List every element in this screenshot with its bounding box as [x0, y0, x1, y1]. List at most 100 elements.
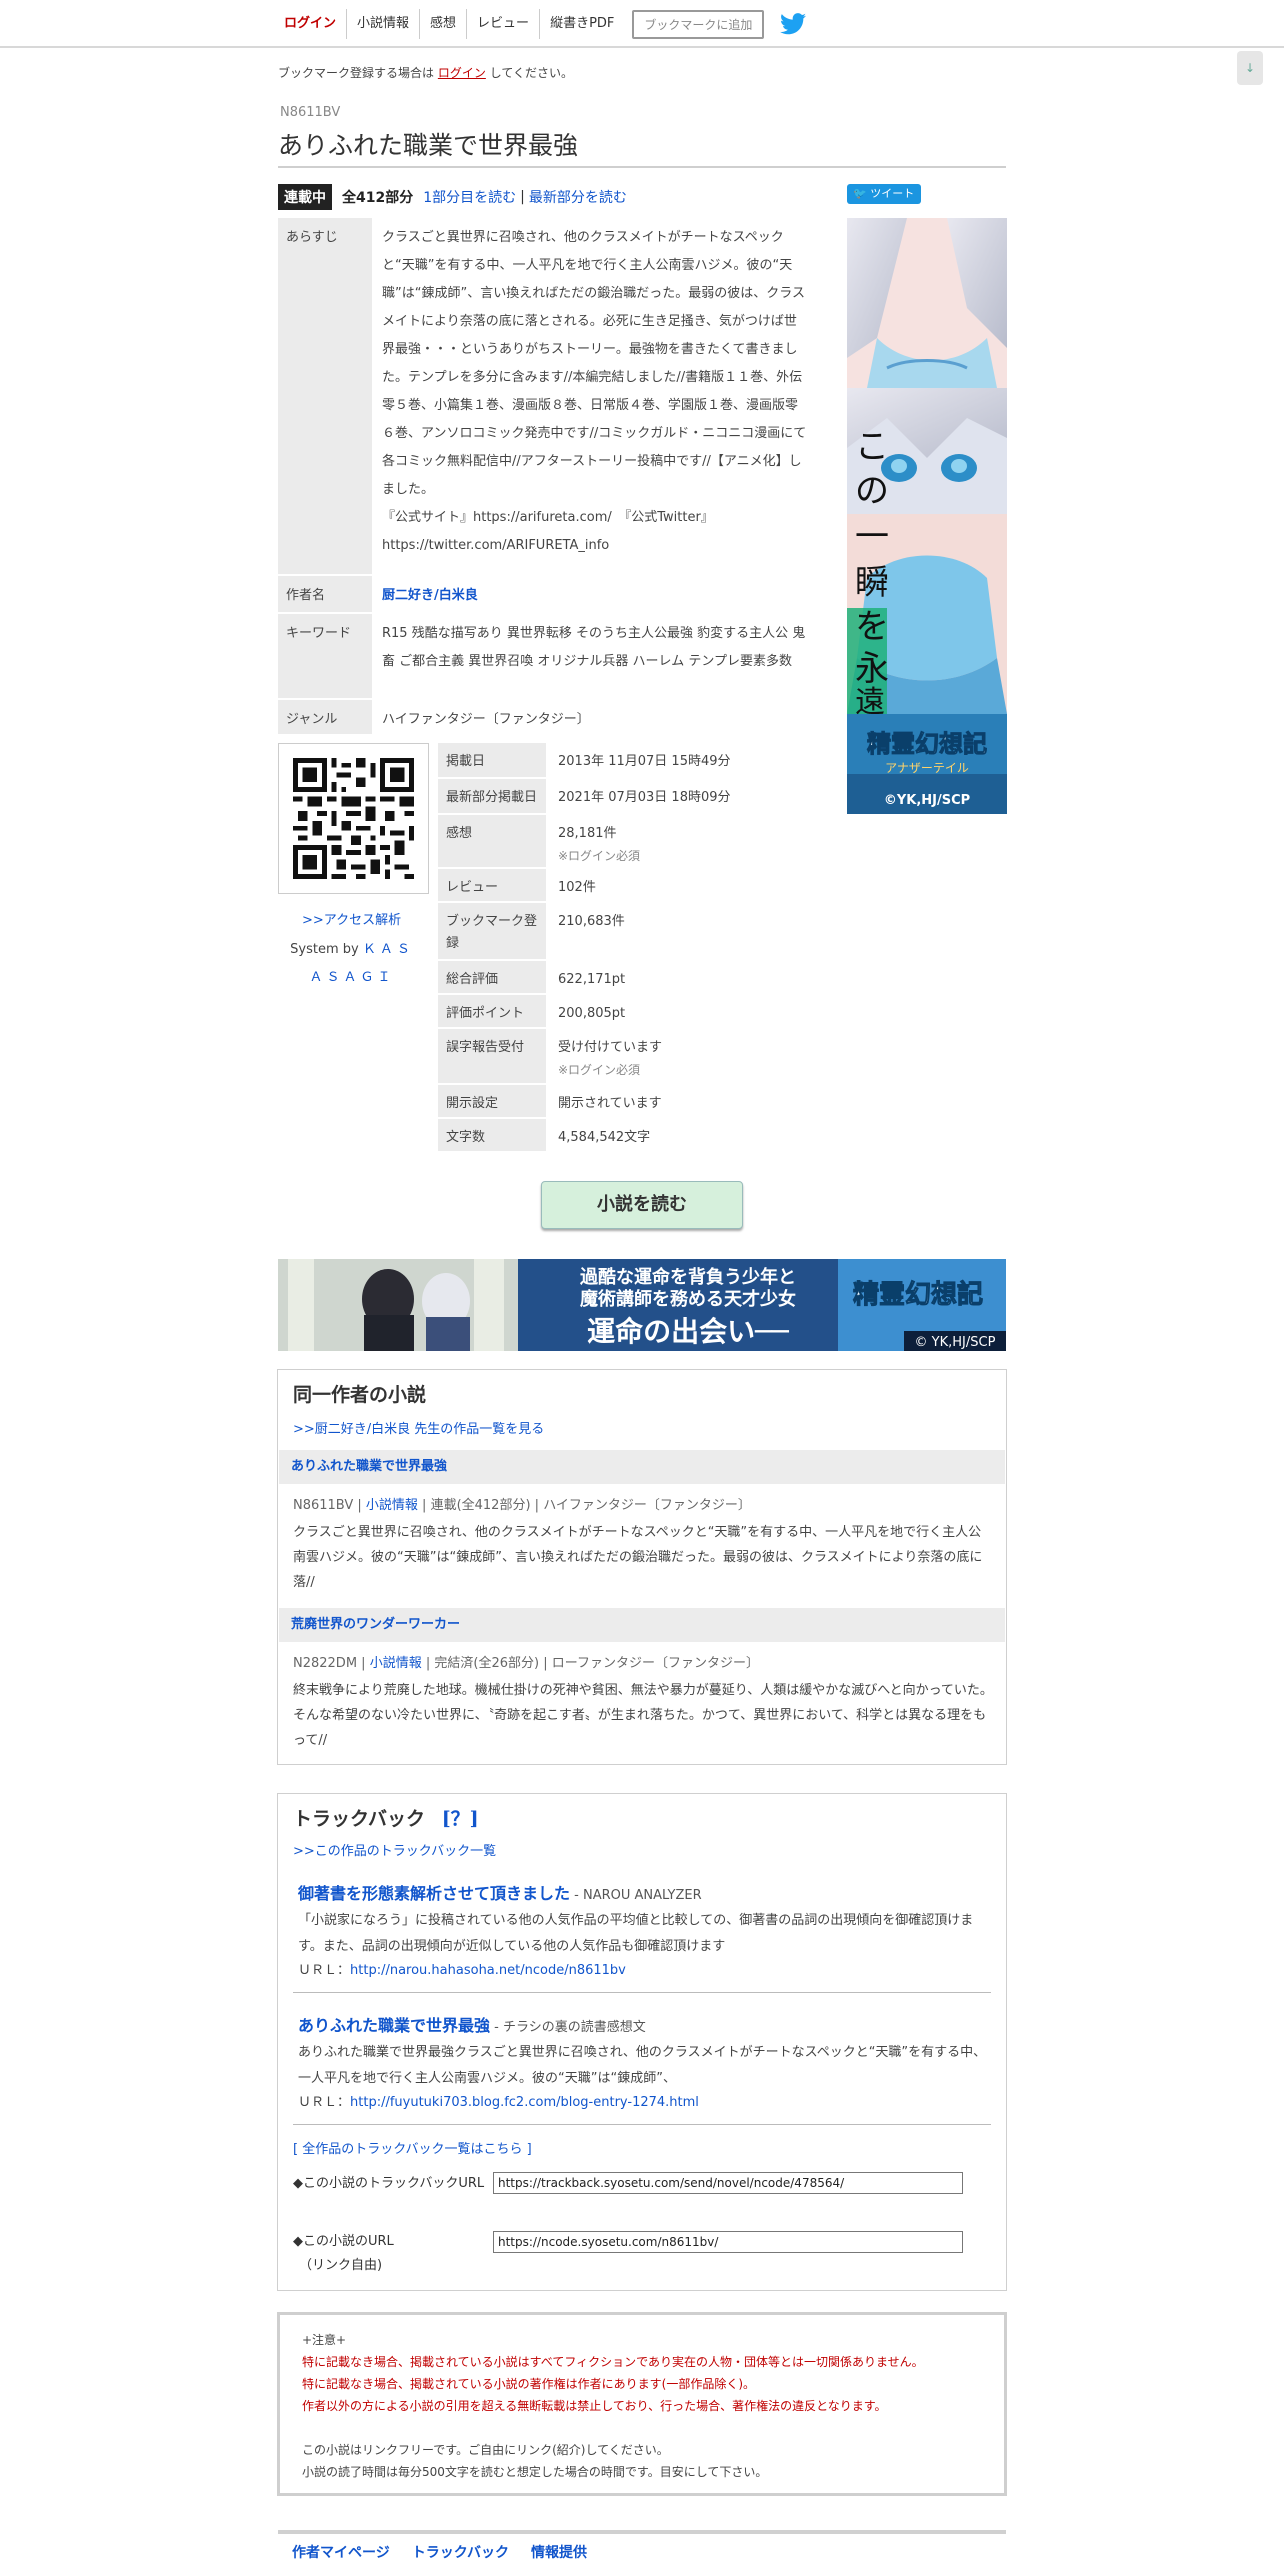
read-latest-link[interactable]: 最新部分を読む: [529, 187, 627, 207]
novel-title-link[interactable]: ありふれた職業で世界最強: [291, 1459, 447, 1474]
synopsis-official-links: 『公式サイト』https://arifureta.com/ 『公式Twitter…: [382, 510, 714, 525]
trackback-help-link[interactable]: [？]: [442, 1808, 479, 1830]
author-cell: 厨二好き/白米良: [372, 576, 818, 612]
trackback-url-field[interactable]: [493, 2172, 963, 2194]
stat-value: 開示されています: [546, 1085, 818, 1117]
stat-value: 28,181件 ※ログイン必須: [546, 815, 818, 867]
add-bookmark-button[interactable]: ブックマークに追加: [632, 9, 765, 39]
stat-row: 文字数 4,584,542文字: [438, 1119, 818, 1153]
footer-nav: 作者マイページ トラックバック 情報提供: [292, 2542, 587, 2562]
footer-trackback-link[interactable]: トラックバック: [412, 2542, 509, 2562]
synopsis-text: クラスごと異世界に召喚され、他のクラスメイトがチートなスペックと“天職”を有する…: [382, 230, 807, 497]
stat-label: 文字数: [438, 1119, 546, 1151]
stat-value-text: 102件: [558, 880, 596, 895]
ad-logo-sub: アナザーテイル: [885, 761, 969, 775]
stat-row: 総合評価 622,171pt: [438, 961, 818, 995]
trackback-entry-url: ＵＲＬ：http://narou.hahasoha.net/ncode/n861…: [298, 1960, 988, 1982]
nav-login[interactable]: ログイン: [274, 9, 348, 39]
stat-value-text: 28,181件: [558, 826, 617, 841]
trackback-entry-source: - チラシの裏の読書感想文: [490, 2020, 646, 2035]
banner-copyright: © YK,HJ/SCP: [915, 1335, 996, 1350]
read-novel-button[interactable]: 小説を読む: [541, 1181, 743, 1229]
novel-genre: ローファンタジー〔ファンタジー〕: [551, 1656, 759, 1671]
side-ad-logo-banner[interactable]: 精霊幻想記 アナザーテイル ©YK,HJ/SCP: [847, 714, 1007, 814]
access-analysis-link[interactable]: >>アクセス解析: [302, 909, 401, 928]
bookmark-login-notice: ブックマーク登録する場合は ログイン してください。: [278, 64, 573, 81]
trackback-title-text: トラックバック: [293, 1808, 426, 1830]
author-works-link[interactable]: >>厨二好き/白米良 先生の作品一覧を見る: [293, 1418, 544, 1437]
status-badge: 連載中: [278, 184, 332, 210]
tweet-button-label: ツイート: [870, 187, 915, 200]
system-by-label: System by: [290, 942, 359, 957]
tweet-button[interactable]: 🐦 ツイート: [847, 184, 921, 204]
banner-advertisement[interactable]: 過酷な運命を背負う少年と 魔術講師を務める天才少女 運命の出会い── 精霊幻想記…: [278, 1259, 1006, 1351]
synopsis-row: あらすじ クラスごと異世界に召喚され、他のクラスメイトがチートなスペックと“天職…: [278, 218, 818, 576]
svg-text:を: を: [855, 607, 889, 647]
stat-value-text: 4,584,542文字: [558, 1130, 651, 1145]
trackback-entry-url-link[interactable]: http://fuyutuki703.blog.fc2.com/blog-ent…: [350, 2095, 699, 2110]
stat-label: レビュー: [438, 869, 546, 901]
side-advertisement[interactable]: こ の 一 瞬 を 永 遠: [847, 218, 1007, 714]
author-link[interactable]: 厨二好き/白米良: [382, 588, 478, 603]
novel-description: 終末戦争により荒廃した地球。機械仕掛けの死神や貧困、無法や暴力が蔓延り、人類は緩…: [293, 1683, 993, 1748]
novel-info-link[interactable]: 小説情報: [366, 1498, 418, 1513]
nav-review[interactable]: レビュー: [467, 9, 541, 39]
nav-vertical-pdf[interactable]: 縦書きPDF: [540, 9, 624, 39]
twitter-bird-icon[interactable]: [780, 13, 807, 35]
trackback-entry-desc: 「小説家になろう」に投稿されている他の人気作品の平均値と比較しての、御著書の品詞…: [298, 1913, 974, 1954]
trackback-entry-title[interactable]: 御著書を形態素解析させて頂きました: [298, 1884, 570, 1903]
stat-label: 評価ポイント: [438, 995, 546, 1027]
scroll-down-button[interactable]: ↓: [1237, 51, 1263, 85]
top-bar: ログイン 小説情報 感想 レビュー 縦書きPDF ブックマークに追加: [0, 0, 1284, 48]
novel-url-label-text: ◆この小説のURL: [293, 2234, 394, 2249]
url-label: ＵＲＬ：: [298, 1963, 351, 1978]
ad-logo-text: 精霊幻想記: [867, 729, 987, 758]
stat-value: 4,584,542文字: [546, 1119, 818, 1151]
stat-value: 受け付けています ※ログイン必須: [546, 1029, 818, 1083]
stat-value: 2013年 11月07日 15時49分: [546, 743, 818, 777]
trackback-list-link[interactable]: >>この作品のトラックバック一覧: [293, 1840, 496, 1859]
trackback-entry-url: ＵＲＬ：http://fuyutuki703.blog.fc2.com/blog…: [298, 2092, 988, 2114]
stat-value-text: 2021年 07月03日 18時09分: [558, 790, 731, 805]
stat-value: 102件: [546, 869, 818, 901]
all-trackbacks-link[interactable]: [ 全作品のトラックバック一覧はこちら ]: [293, 2138, 532, 2157]
trackback-entry-desc: ありふれた職業で世界最強クラスごと異世界に召喚され、他のクラスメイトがチートなス…: [298, 2045, 987, 2086]
caution-box: +注意+ 特に記載なき場合、掲載されている小説はすべてフィクションであり実在の人…: [277, 2312, 1007, 2496]
trackback-entry: ありふれた職業で世界最強 - チラシの裏の読書感想文 ありふれた職業で世界最強ク…: [298, 2012, 988, 2114]
stat-value-text: 200,805pt: [558, 1006, 626, 1021]
stat-label: 掲載日: [438, 743, 546, 777]
trackback-entry-heading: 御著書を形態素解析させて頂きました - NAROU ANALYZER: [298, 1880, 988, 1904]
trackback-box: トラックバック [？] >>この作品のトラックバック一覧 御著書を形態素解析させ…: [277, 1793, 1007, 2291]
read-first-link[interactable]: 1部分目を読む: [423, 187, 516, 207]
stat-value-text: 2013年 11月07日 15時49分: [558, 754, 731, 769]
novel-url-field[interactable]: [493, 2231, 963, 2253]
stat-sub-note: ※ログイン必須: [558, 849, 641, 863]
footer-report-link[interactable]: 情報提供: [531, 2542, 587, 2562]
synopsis-twitter-url: https://twitter.com/ARIFURETA_info: [382, 538, 610, 553]
novel-url-label: ◆この小説のURL （リンク自由): [293, 2230, 488, 2278]
trackback-entry-heading: ありふれた職業で世界最強 - チラシの裏の読書感想文: [298, 2012, 988, 2036]
svg-text:一: 一: [855, 517, 889, 557]
stat-row: 誤字報告受付 受け付けています ※ログイン必須: [438, 1029, 818, 1085]
novel-title-link[interactable]: 荒廃世界のワンダーワーカー: [291, 1617, 460, 1632]
footer-author-mypage-link[interactable]: 作者マイページ: [292, 2542, 390, 2562]
same-author-title: 同一作者の小説: [293, 1384, 427, 1406]
qr-code-box: [278, 743, 429, 894]
qr-code-icon: [293, 758, 414, 879]
novel-info-link[interactable]: 小説情報: [370, 1656, 422, 1671]
stat-value: 200,805pt: [546, 995, 818, 1027]
nav-novel-info[interactable]: 小説情報: [347, 9, 421, 39]
nav-impressions[interactable]: 感想: [420, 9, 468, 39]
episode-count: 全412部分: [342, 190, 414, 206]
stat-value-text: 開示されています: [558, 1096, 662, 1111]
trackback-title: トラックバック [？]: [293, 1804, 479, 1831]
notice-login-link[interactable]: ログイン: [438, 66, 486, 80]
novel-meta: N8611BV | 小説情報 | 連載(全412部分) | ハイファンタジー〔フ…: [293, 1498, 751, 1513]
ad-copyright: ©YK,HJ/SCP: [884, 793, 970, 808]
banner-logo: 精霊幻想記: [853, 1279, 983, 1310]
stat-row: 掲載日 2013年 11月07日 15時49分: [438, 743, 818, 779]
notice-text-before: ブックマーク登録する場合は: [278, 66, 435, 80]
trackback-entry-url-link[interactable]: http://narou.hahasoha.net/ncode/n8611bv: [350, 1963, 626, 1978]
footer-divider: [278, 2530, 1006, 2534]
trackback-entry-title[interactable]: ありふれた職業で世界最強: [298, 2016, 490, 2035]
